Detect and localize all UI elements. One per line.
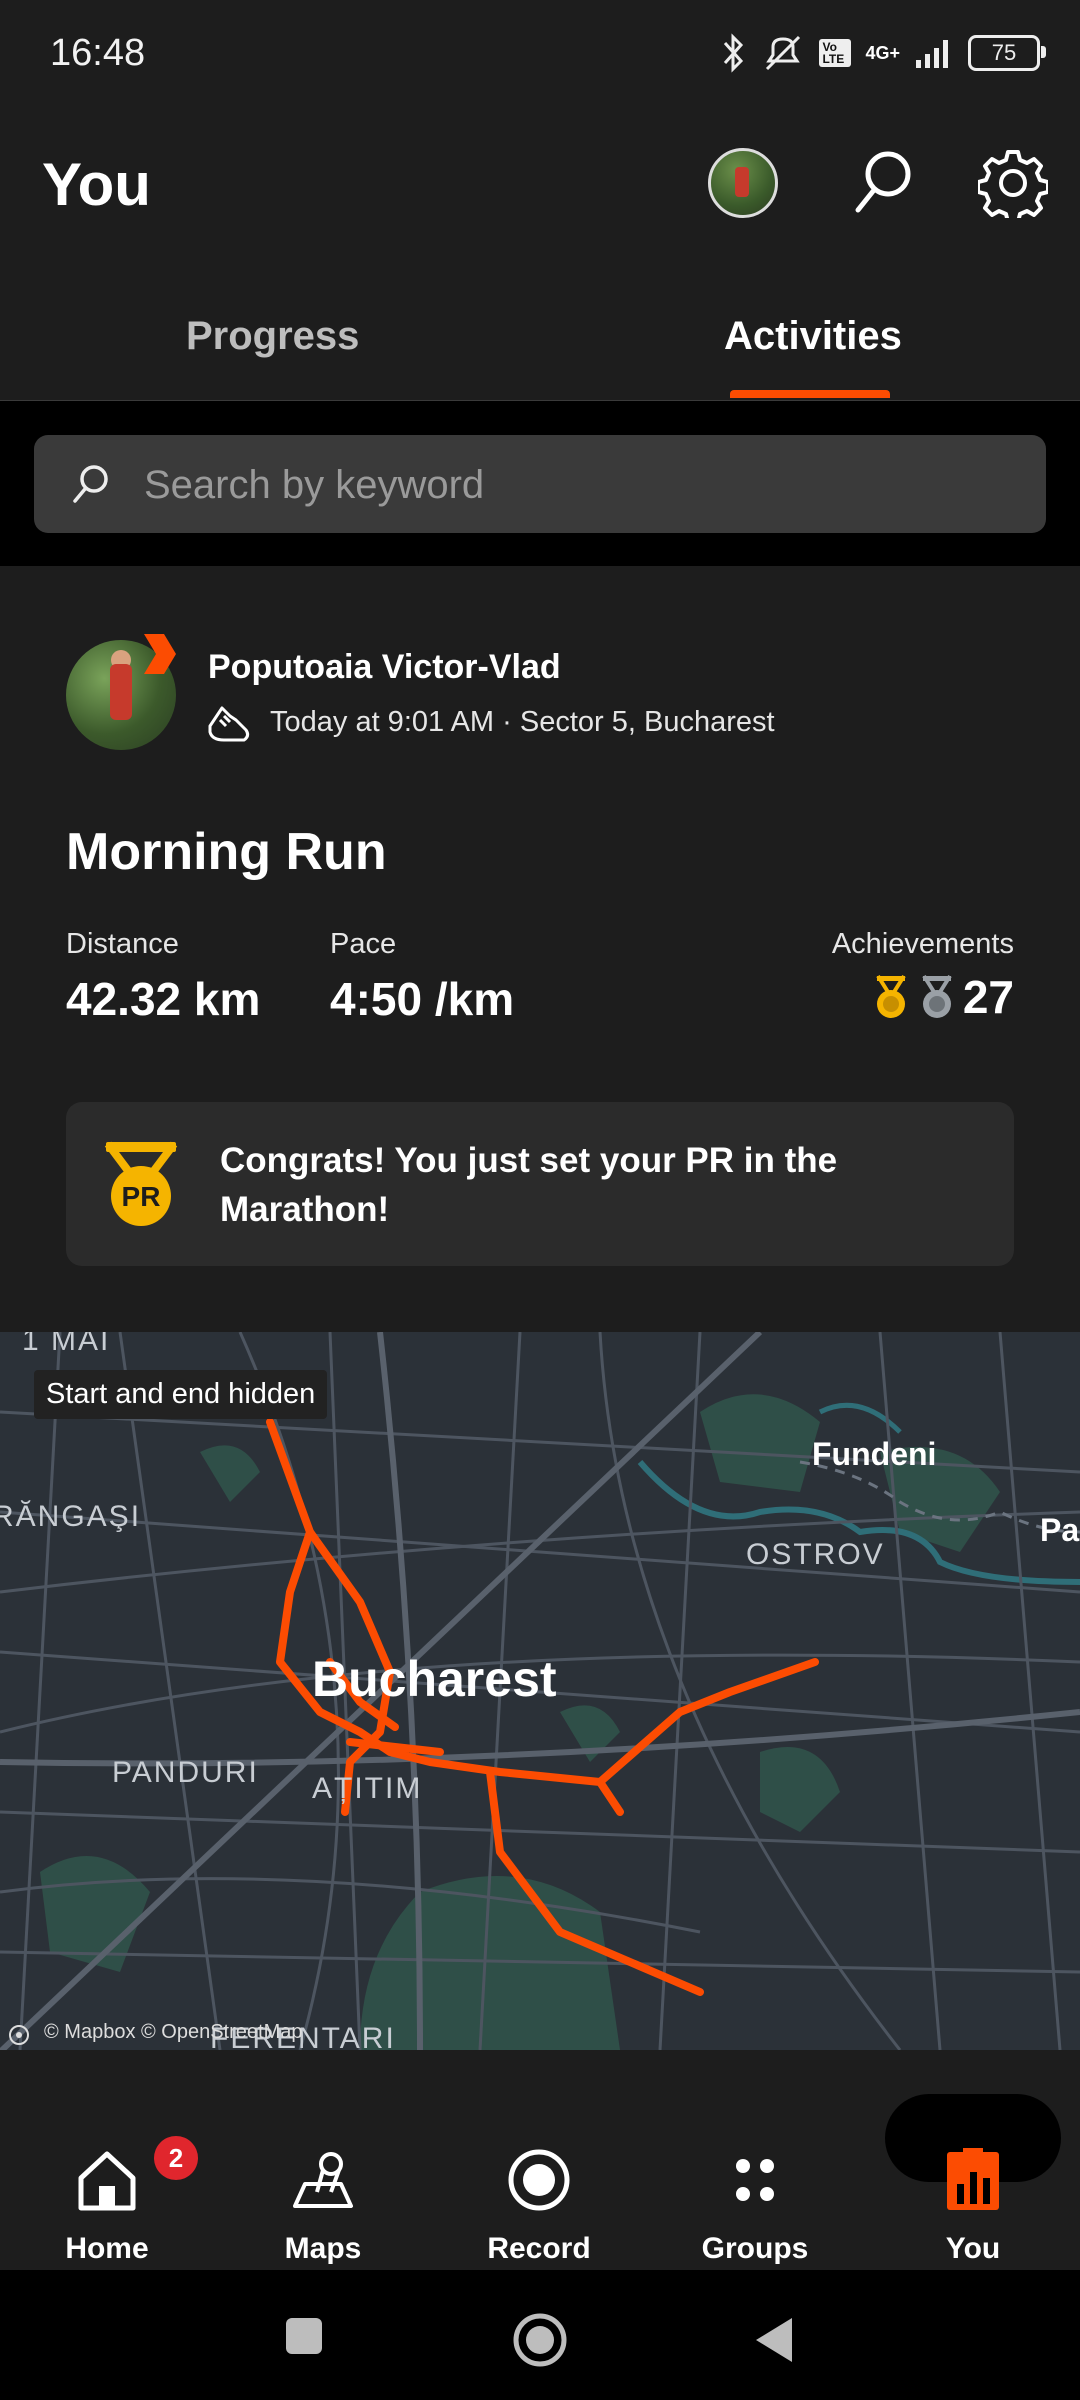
nav-record[interactable]: Record: [464, 2100, 614, 2265]
tab-bar: Progress Activities: [0, 290, 1080, 401]
bottom-nav: 2 Home Maps Record Groups You: [0, 2050, 1080, 2270]
nav-maps-label: Maps: [284, 2232, 362, 2265]
map-label-panduri: PANDURI: [112, 1756, 259, 1789]
run-shoe-icon: [208, 706, 250, 742]
nav-you-label: You: [945, 2232, 1001, 2265]
pr-medal-icon: PR: [104, 1141, 178, 1226]
recents-icon[interactable]: [284, 2316, 324, 2356]
activity-meta: Today at 9:01 AM · Sector 5, Bucharest: [270, 706, 775, 738]
maps-icon: [293, 2152, 353, 2208]
battery-icon: 75: [968, 35, 1046, 71]
start-end-hidden-tag: Start and end hidden: [34, 1370, 328, 1419]
gold-medal-icon: [876, 974, 906, 1018]
silver-medal-icon: [922, 974, 952, 1018]
pace-value: 4:50 /km: [330, 973, 515, 1025]
notification-badge: 2: [154, 2136, 198, 2180]
gear-icon[interactable]: [978, 148, 1048, 218]
map-label-1-mai: 1 MAI: [22, 1332, 111, 1357]
avatar[interactable]: [708, 148, 778, 218]
mapbox-logo-icon: [9, 2025, 29, 2045]
home-system-icon[interactable]: [510, 2310, 570, 2370]
nav-groups-label: Groups: [701, 2232, 809, 2265]
pr-message: Congrats! You just set your PR in the Ma…: [220, 1141, 838, 1229]
record-icon: [508, 2149, 570, 2211]
activity-title[interactable]: Morning Run: [66, 822, 387, 882]
tab-progress[interactable]: Progress: [186, 314, 359, 359]
pr-badge-text: PR: [122, 1181, 161, 1212]
achievements-value: 27: [962, 971, 1014, 1023]
achievements-label: Achievements: [831, 928, 1014, 960]
tab-activities[interactable]: Activities: [724, 314, 902, 359]
athlete-name[interactable]: Poputoaia Victor-Vlad: [208, 648, 561, 687]
status-time: 16:48: [50, 32, 146, 74]
map-label-ostrov: OSTROV: [746, 1538, 885, 1571]
tab-indicator: [730, 390, 890, 398]
search-bar[interactable]: [34, 435, 1046, 535]
volte-icon: Vo LTE: [819, 39, 852, 67]
strava-badge-icon: [144, 634, 176, 674]
distance-label: Distance: [66, 928, 179, 960]
activity-card[interactable]: Poputoaia Victor-Vlad Today at 9:01 AM ·…: [0, 566, 1080, 1332]
nav-groups[interactable]: Groups: [680, 2100, 830, 2265]
search-icon: [73, 465, 108, 503]
nav-you[interactable]: You: [898, 2100, 1048, 2265]
app-header: You: [0, 110, 1080, 290]
map-label-bucharest: Bucharest: [312, 1651, 557, 1707]
network-type: 4G+: [865, 42, 900, 63]
status-bar: 16:48 Vo LTE 4G+ 75: [0, 0, 1080, 110]
map-attribution[interactable]: © Mapbox © OpenStreetMap: [44, 2021, 303, 2044]
map-label-fundeni: Fundeni: [812, 1436, 937, 1472]
pr-banner[interactable]: PR Congrats! You just set your PR in the…: [66, 1102, 1014, 1266]
nav-maps[interactable]: Maps: [248, 2100, 398, 2265]
map-label-rahova: RĂNGAŞI: [0, 1500, 142, 1533]
page-title: You: [42, 151, 151, 218]
nav-record-label: Record: [487, 2232, 591, 2265]
you-icon: [947, 2148, 999, 2210]
search-icon[interactable]: [850, 148, 914, 218]
map-label-pantelimon: Pa: [1040, 1512, 1080, 1548]
nav-home[interactable]: 2 Home: [32, 2100, 198, 2265]
nav-home-label: Home: [65, 2232, 149, 2265]
search-input[interactable]: [142, 435, 1026, 535]
back-icon[interactable]: [752, 2314, 796, 2366]
pace-label: Pace: [330, 928, 397, 960]
status-icons: Vo LTE 4G+ 75: [719, 30, 1046, 76]
home-icon: [78, 2151, 136, 2211]
route-map[interactable]: Start and end hidden 1 MAI RĂNGAŞI Funde…: [0, 1332, 1080, 2050]
system-nav-bar: [0, 2270, 1080, 2400]
distance-value: 42.32 km: [66, 973, 261, 1025]
signal-icon: [916, 40, 948, 68]
mute-icon: [766, 35, 801, 71]
groups-icon: [736, 2159, 774, 2201]
search-section: [0, 401, 1080, 566]
bluetooth-icon: [724, 33, 744, 73]
map-label-timpuri: AȚITIM: [312, 1772, 423, 1805]
